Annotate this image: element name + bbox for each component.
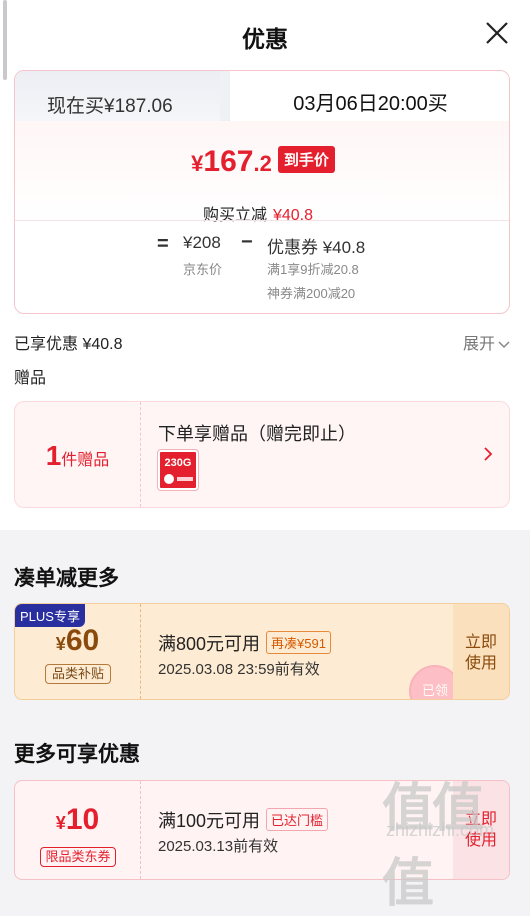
header: 优惠 xyxy=(0,0,530,80)
coupon-expiry: 2025.03.08 23:59前有效 xyxy=(158,661,320,678)
expand-button[interactable]: 展开 xyxy=(463,330,510,354)
use-coupon-label-2: 使用 xyxy=(464,655,497,672)
jd-price-label: 京东价 xyxy=(183,262,223,277)
coupon-value: 10 xyxy=(65,803,100,836)
gift-count: 1件赠品 xyxy=(15,402,141,507)
final-price: ¥167.2 到手价 xyxy=(15,145,509,179)
chevron-down-icon xyxy=(498,341,510,348)
watermark-glyphs: 值值值 xyxy=(382,780,484,913)
gift-thumbnail[interactable]: 230G xyxy=(158,450,198,490)
tab-buy-now[interactable]: 现在买¥187.06 xyxy=(15,71,245,121)
coupon-amount: ¥10 xyxy=(15,803,140,837)
use-coupon-label-1: 立即 xyxy=(464,634,497,651)
coupon-condition: 满100元可用 已达门槛 xyxy=(158,807,329,833)
tab-buy-later[interactable]: 03月06日20:00买 xyxy=(230,71,509,121)
coupon-type: 限品类东券 xyxy=(40,847,116,867)
coupon-detail-2: 神券满200减20 xyxy=(267,286,356,301)
gift-heading: 赠品 xyxy=(14,370,47,387)
jd-price: ¥208 xyxy=(183,233,221,252)
buy-time-tabs: 现在买¥187.06 03月06日20:00买 xyxy=(15,71,509,121)
gift-card[interactable]: 1件赠品 下单享赠品（赠完即止） 230G xyxy=(14,401,510,508)
coupon-detail-1: 满1享9折减20.8 xyxy=(267,262,359,277)
section-title-more-discount: 凑单减更多 xyxy=(14,567,119,590)
coupon-discount: 优惠券 ¥40.8 xyxy=(267,238,366,257)
coupon-condition-text: 满100元可用 xyxy=(158,811,261,831)
coupon-condition: 满800元可用 再凑¥591 xyxy=(158,630,331,656)
coupon-amount: ¥60 xyxy=(15,624,140,658)
gift-thumbnail-text: 230G xyxy=(164,457,192,469)
price-integer: 167 xyxy=(203,145,254,178)
price-card: 现在买¥187.06 03月06日20:00买 ¥167.2 到手价 购买立减 ¥4… xyxy=(14,70,510,314)
gift-title: 下单享赠品（赠完即止） xyxy=(158,424,356,444)
close-icon[interactable] xyxy=(482,18,512,48)
coupon-type: 品类补贴 xyxy=(45,664,111,684)
page-title: 优惠 xyxy=(242,26,288,52)
coupon-condition-text: 满800元可用 xyxy=(158,634,261,654)
coupon-threshold-tag: 已达门槛 xyxy=(266,808,329,831)
coupon-expiry: 2025.03.13前有效 xyxy=(158,838,279,855)
watermark-logo: 值值值 zhizhizhi.com xyxy=(382,766,522,913)
coupon-currency: ¥ xyxy=(55,634,66,654)
minus-sign: − xyxy=(241,231,253,253)
expand-label: 展开 xyxy=(462,336,495,353)
gift-count-number: 1 xyxy=(45,440,62,471)
currency-symbol: ¥ xyxy=(191,151,204,176)
use-coupon-button[interactable]: 立即 使用 xyxy=(453,604,509,699)
coupon-value-panel: ¥10 限品类东券 xyxy=(15,781,141,879)
coupon-value-panel: PLUS专享 ¥60 品类补贴 xyxy=(15,604,141,699)
section-title-more-offers: 更多可享优惠 xyxy=(14,743,140,766)
watermark-site: zhizhizhi.com xyxy=(386,820,495,840)
gift-thumbnail-bar xyxy=(177,477,193,481)
coupon-value: 60 xyxy=(65,624,100,657)
coupon-currency: ¥ xyxy=(55,813,66,833)
final-price-badge: 到手价 xyxy=(277,146,335,173)
gift-count-unit: 件赠品 xyxy=(61,452,110,469)
price-decimal: .2 xyxy=(253,151,272,176)
price-breakdown: = ¥208 京东价 − 优惠券 ¥40.8 满1享9折减20.8 神券满200… xyxy=(15,221,509,313)
plus-coupon-card: PLUS专享 ¥60 品类补贴 满800元可用 再凑¥591 2025.03.08… xyxy=(14,603,510,700)
gift-thumbnail-logo xyxy=(164,474,174,484)
coupon-gap-tag: 再凑¥591 xyxy=(266,631,331,654)
final-price-area: ¥167.2 到手价 购买立减 ¥40.8 xyxy=(15,121,509,224)
equals-sign: = xyxy=(157,233,169,255)
chevron-right-icon xyxy=(484,447,493,461)
enjoyed-discount: 已享优惠 ¥40.8 xyxy=(14,336,123,353)
